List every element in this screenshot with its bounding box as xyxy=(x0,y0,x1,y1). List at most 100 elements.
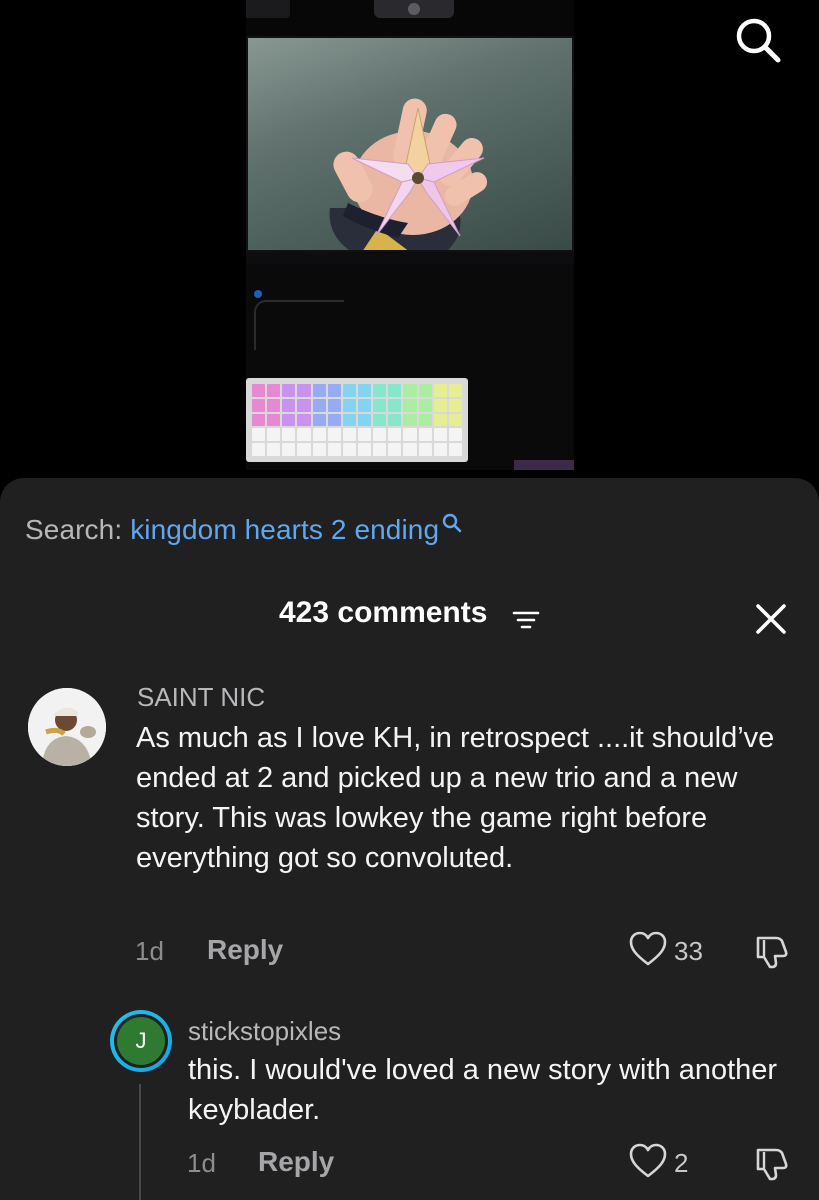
keyboard-key xyxy=(282,398,296,412)
monitor-screen xyxy=(246,36,574,252)
keyboard-key xyxy=(418,428,432,442)
keyboard-key xyxy=(252,443,266,456)
cable xyxy=(254,300,344,350)
keyboard-key xyxy=(327,428,341,442)
keyboard-key xyxy=(358,413,372,427)
keyboard-key xyxy=(373,443,387,456)
hand-with-flower-illustration xyxy=(329,98,488,250)
avatar[interactable] xyxy=(28,688,106,766)
reply-button[interactable]: Reply xyxy=(207,934,283,966)
keyboard-key xyxy=(282,428,296,442)
avatar[interactable]: J xyxy=(110,1010,172,1072)
reply-item: J stickstopixles this. I would've loved … xyxy=(0,1008,819,1200)
keyboard-key xyxy=(252,398,266,412)
related-search: Search: kingdom hearts 2 ending xyxy=(25,512,463,546)
keyboard-key xyxy=(297,384,311,397)
search-icon[interactable] xyxy=(734,16,782,64)
keyboard-key xyxy=(418,384,432,397)
comment-item: SAINT NIC As much as I love KH, in retro… xyxy=(0,678,819,978)
keyboard-key xyxy=(448,413,462,427)
dislike-icon[interactable] xyxy=(752,932,792,970)
keyboard-key xyxy=(342,384,356,397)
webcam xyxy=(374,0,454,18)
keyboard-key xyxy=(327,398,341,412)
keyboard-key xyxy=(388,413,402,427)
keyboard-key xyxy=(373,428,387,442)
reply-age: 1d xyxy=(187,1148,216,1178)
dislike-icon[interactable] xyxy=(752,1144,792,1182)
close-icon[interactable] xyxy=(752,600,790,638)
comment-age: 1d xyxy=(135,936,164,966)
keyboard-key xyxy=(267,384,281,397)
keyboard-key xyxy=(388,443,402,456)
keyboard-key xyxy=(327,413,341,427)
keyboard-key xyxy=(418,443,432,456)
comments-sheet: Search: kingdom hearts 2 ending 423 comm… xyxy=(0,478,819,1200)
keyboard-key xyxy=(388,398,402,412)
comments-count[interactable]: 423 comments xyxy=(279,596,487,630)
keyboard-key xyxy=(342,398,356,412)
rgb-keyboard xyxy=(246,378,468,462)
desk-device xyxy=(246,0,290,18)
keyboard-key xyxy=(252,384,266,397)
reply-button[interactable]: Reply xyxy=(258,1146,334,1178)
keyboard-key xyxy=(373,413,387,427)
keyboard-key xyxy=(342,428,356,442)
keyboard-key xyxy=(267,413,281,427)
keyboard-key xyxy=(312,398,326,412)
reply-username[interactable]: stickstopixles xyxy=(188,1016,341,1047)
keyboard-key xyxy=(342,443,356,456)
heart-icon[interactable] xyxy=(628,930,668,968)
keyboard-key xyxy=(312,413,326,427)
like-count: 33 xyxy=(674,936,703,966)
keyboard-key xyxy=(267,428,281,442)
keyboard-key xyxy=(312,384,326,397)
keyboard-key xyxy=(267,443,281,456)
keyboard-key xyxy=(403,443,417,456)
keyboard-key xyxy=(403,398,417,412)
keyboard-key xyxy=(358,384,372,397)
keyboard-key xyxy=(282,443,296,456)
heart-icon[interactable] xyxy=(628,1142,668,1180)
avatar-ring: J xyxy=(114,1014,168,1068)
avatar-initial: J xyxy=(117,1017,165,1065)
keyboard-keys xyxy=(252,384,462,456)
avatar-photo xyxy=(28,688,106,766)
video-frame xyxy=(246,0,574,470)
keyboard-key xyxy=(433,384,447,397)
blue-led-light xyxy=(254,290,262,298)
keyboard-key xyxy=(448,384,462,397)
keyboard-key xyxy=(312,428,326,442)
comments-header: 423 comments xyxy=(0,592,819,636)
keyboard-key xyxy=(403,384,417,397)
keyboard-key xyxy=(342,413,356,427)
rgb-glow xyxy=(514,460,574,470)
keyboard-key xyxy=(358,398,372,412)
sort-icon[interactable] xyxy=(512,608,540,632)
keyboard-key xyxy=(327,443,341,456)
search-query-link[interactable]: kingdom hearts 2 ending xyxy=(130,514,439,546)
keyboard-key xyxy=(433,413,447,427)
keyboard-key xyxy=(267,398,281,412)
reply-text: this. I would've loved a new story with … xyxy=(188,1054,778,1126)
keyboard-key xyxy=(448,398,462,412)
keyboard-key xyxy=(388,428,402,442)
keyboard-key xyxy=(282,413,296,427)
keyboard-key xyxy=(358,428,372,442)
keyboard-key xyxy=(403,428,417,442)
keyboard-key xyxy=(418,398,432,412)
keyboard-key xyxy=(433,428,447,442)
desk-area xyxy=(246,264,574,470)
keyboard-key xyxy=(433,398,447,412)
video-player[interactable] xyxy=(0,0,819,480)
search-icon[interactable] xyxy=(441,512,463,534)
keyboard-key xyxy=(252,413,266,427)
keyboard-key xyxy=(373,384,387,397)
keyboard-key xyxy=(448,443,462,456)
thread-line xyxy=(139,1084,141,1200)
keyboard-key xyxy=(388,384,402,397)
comment-username[interactable]: SAINT NIC xyxy=(137,682,265,713)
keyboard-key xyxy=(418,413,432,427)
keyboard-key xyxy=(297,443,311,456)
search-prefix-label: Search: xyxy=(25,514,123,545)
